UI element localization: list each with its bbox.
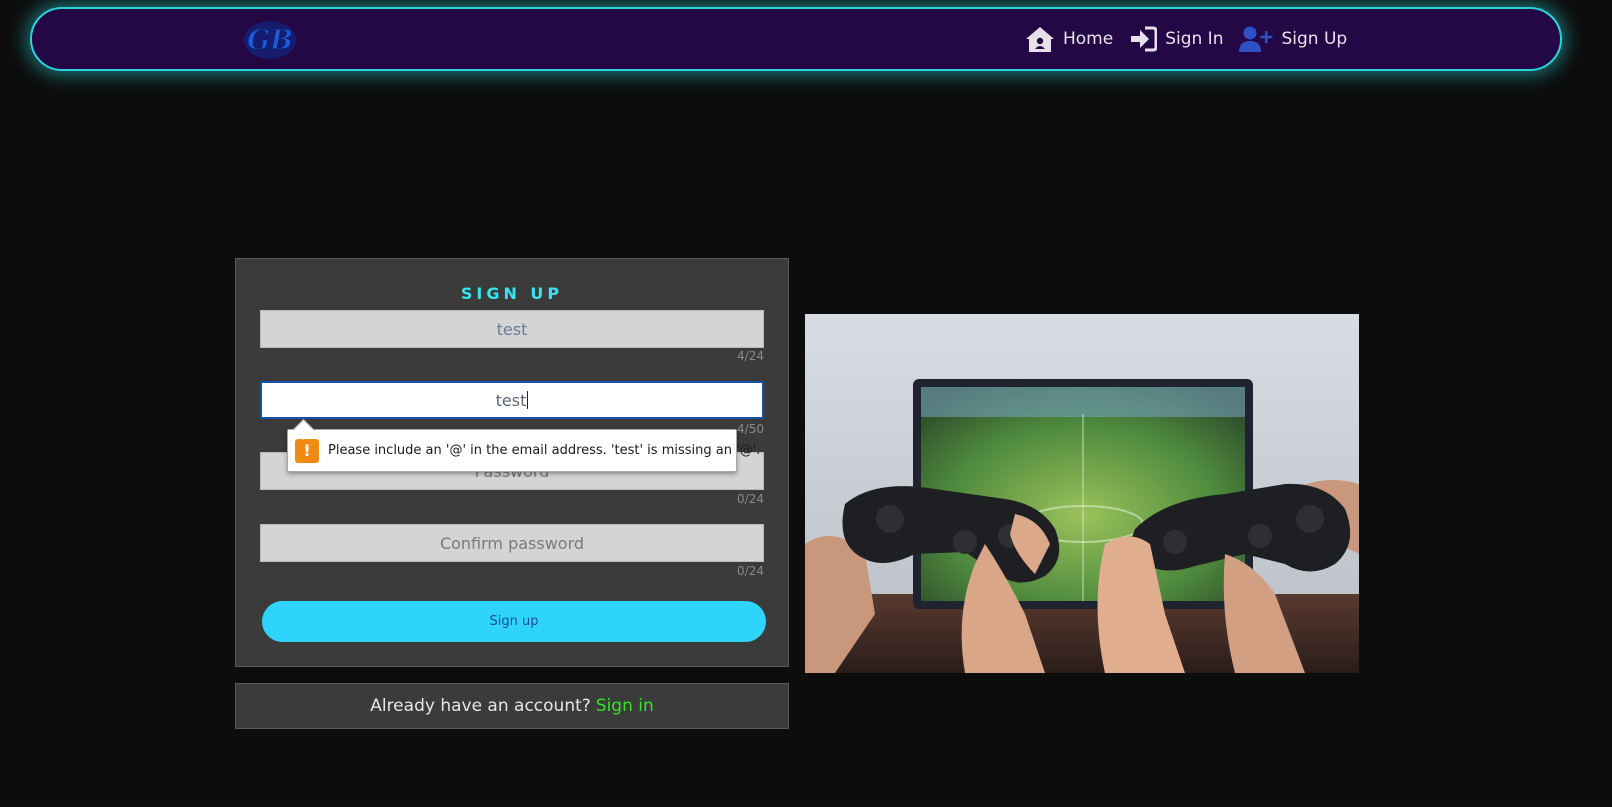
hero-image xyxy=(805,314,1359,673)
email-value: test xyxy=(495,390,527,410)
signin-prompt: Already have an account? Sign in xyxy=(235,683,789,729)
email-field[interactable]: test xyxy=(260,381,764,419)
nav-home[interactable]: Home xyxy=(1025,26,1113,53)
username-field[interactable]: test xyxy=(260,310,764,348)
navbar: GB Home Sign In Sign Up xyxy=(30,7,1562,71)
nav-home-label: Home xyxy=(1063,29,1114,49)
nav-sign-in[interactable]: Sign In xyxy=(1129,26,1223,52)
signup-button[interactable]: Sign up xyxy=(262,601,766,642)
logo[interactable]: GB xyxy=(242,19,298,61)
username-value: test xyxy=(496,319,528,339)
nav-sign-in-label: Sign In xyxy=(1165,29,1224,49)
nav-sign-up[interactable]: Sign Up xyxy=(1239,25,1347,53)
nav-sign-up-label: Sign Up xyxy=(1281,29,1348,49)
add-user-icon xyxy=(1239,26,1273,52)
signin-link[interactable]: Sign in xyxy=(596,696,654,716)
svg-text:GB: GB xyxy=(247,25,293,56)
confirm-password-placeholder: Confirm password xyxy=(439,533,585,553)
nav-links: Home Sign In Sign Up xyxy=(1025,9,1347,69)
validation-message: Please include an '@' in the email addre… xyxy=(328,443,761,458)
text-caret xyxy=(527,391,529,409)
email-counter: 4/50 xyxy=(737,422,764,436)
warning-icon: ! xyxy=(295,438,319,463)
username-counter: 4/24 xyxy=(737,349,764,363)
password-counter: 0/24 xyxy=(737,492,764,506)
home-icon xyxy=(1026,26,1054,52)
form-title: SIGN UP xyxy=(460,284,564,303)
confirm-password-field[interactable]: Confirm password xyxy=(260,524,764,562)
signin-prompt-text: Already have an account? xyxy=(370,696,591,716)
confirm-password-counter: 0/24 xyxy=(737,564,764,578)
sign-in-icon xyxy=(1131,26,1158,52)
validation-tooltip: ! Please include an '@' in the email add… xyxy=(287,418,760,472)
